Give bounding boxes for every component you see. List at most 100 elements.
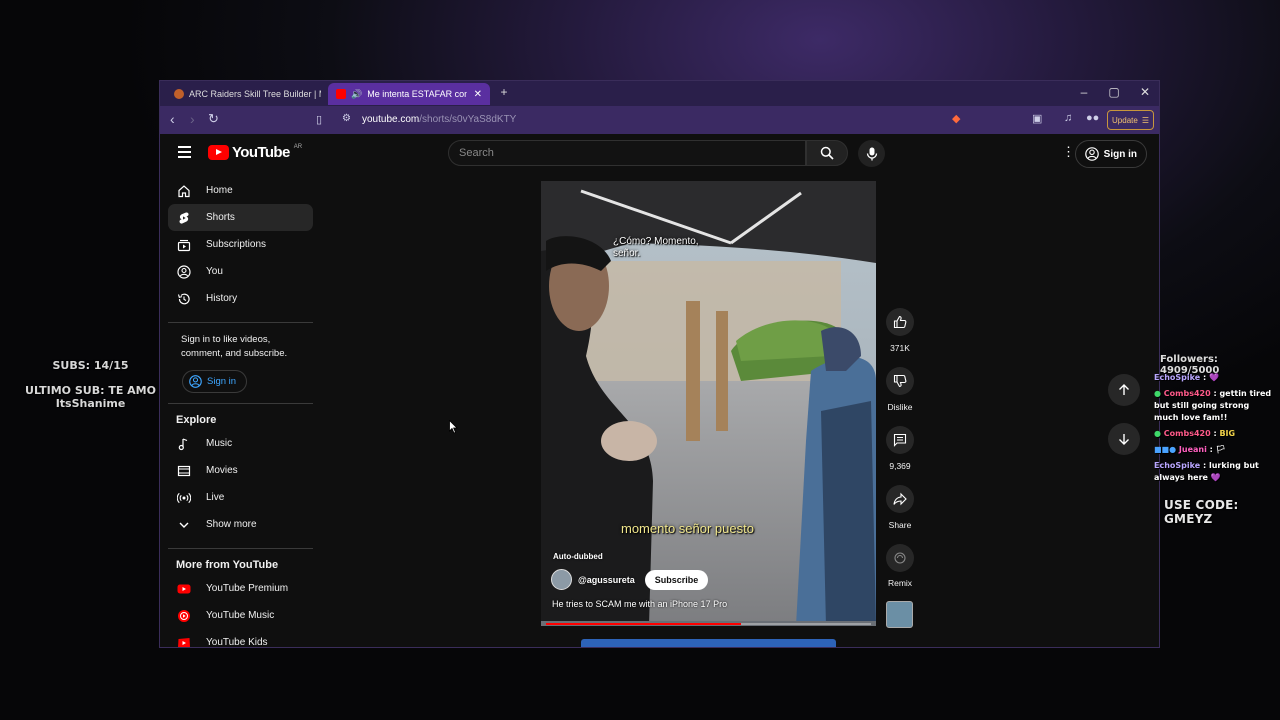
- sidebar-item-label: YouTube Kids: [206, 637, 268, 648]
- channel-avatar[interactable]: [551, 569, 572, 590]
- close-window-button[interactable]: ✕: [1135, 85, 1155, 99]
- live-icon: [177, 491, 191, 505]
- sound-thumbnail[interactable]: [886, 601, 913, 628]
- sidebar-item-show-more[interactable]: Show more: [168, 511, 313, 538]
- browser-window: ARC Raiders Skill Tree Builder | Metaf 🔊…: [159, 80, 1160, 648]
- chat-badge-icon: ●: [1154, 429, 1161, 438]
- chat-user: Combs420: [1163, 429, 1211, 438]
- sidebar-item-label: Shorts: [206, 212, 235, 223]
- chat-text: BIG: [1219, 429, 1236, 438]
- sidebar-item-youtube-music[interactable]: YouTube Music: [168, 602, 313, 629]
- wallet-icon[interactable]: ▣: [1032, 112, 1042, 125]
- brave-shield-icon[interactable]: ◆: [952, 112, 960, 125]
- remix-icon: [894, 552, 906, 564]
- progress-fill: [546, 623, 741, 625]
- search-placeholder: Search: [459, 147, 494, 159]
- site-info-icon[interactable]: ⚙: [342, 113, 351, 124]
- bookmark-icon[interactable]: ▯: [316, 113, 322, 126]
- reader-icon[interactable]: ●●: [1086, 112, 1099, 124]
- chat-badge-icon: ●: [1154, 389, 1161, 398]
- reload-button[interactable]: ↻: [208, 111, 219, 127]
- channel-name[interactable]: @agussureta: [578, 575, 635, 585]
- sidebar-item-history[interactable]: History: [168, 285, 313, 312]
- explore-heading: Explore: [176, 414, 217, 426]
- share-button[interactable]: [886, 485, 914, 513]
- history-icon: [177, 292, 191, 306]
- sign-in-button[interactable]: Sign in: [1074, 140, 1147, 168]
- close-tab-icon[interactable]: ✕: [474, 89, 482, 100]
- like-count: 371K: [890, 343, 910, 353]
- tab-arc-raiders[interactable]: ARC Raiders Skill Tree Builder | Metaf: [166, 83, 321, 105]
- progress-track[interactable]: [546, 623, 871, 625]
- sidebar-item-label: Subscriptions: [206, 239, 267, 250]
- youtube-premium-icon: [177, 582, 191, 596]
- url-path: /shorts/s0vYaS8dKTY: [419, 114, 517, 125]
- update-button[interactable]: Update ☰: [1107, 110, 1154, 130]
- voice-search-button[interactable]: [858, 140, 885, 167]
- sign-in-label: Sign in: [207, 376, 237, 387]
- sidebar-item-live[interactable]: Live: [168, 484, 313, 511]
- url-field[interactable]: youtube.com/shorts/s0vYaS8dKTY: [362, 114, 516, 125]
- subscribe-button[interactable]: Subscribe: [644, 569, 709, 590]
- previous-short-button[interactable]: [1108, 374, 1140, 406]
- menu-icon: ☰: [1141, 115, 1149, 125]
- thumbs-up-icon: [893, 315, 907, 329]
- sidebar-item-subscriptions[interactable]: Subscriptions: [168, 231, 313, 258]
- shorts-player[interactable]: ¿Cómo? Momento, señor. momento señor pue…: [541, 181, 876, 626]
- sidebar-item-music[interactable]: Music: [168, 430, 313, 457]
- address-bar: ‹ › ↻ ▯ ⚙ youtube.com/shorts/s0vYaS8dKTY…: [160, 106, 1159, 134]
- movies-icon: [177, 464, 191, 478]
- tab-label: ARC Raiders Skill Tree Builder | Metaf: [189, 89, 321, 99]
- chat-text: 💜: [1208, 373, 1219, 382]
- sidebar-item-you[interactable]: You: [168, 258, 313, 285]
- forward-button[interactable]: ›: [190, 111, 195, 127]
- sidebar-item-movies[interactable]: Movies: [168, 457, 313, 484]
- youtube-logo[interactable]: YouTube AR: [208, 144, 302, 161]
- speaker-icon[interactable]: 🔊: [351, 89, 362, 100]
- sidebar-item-home[interactable]: Home: [168, 177, 313, 204]
- sidebar-sign-in-button[interactable]: Sign in: [182, 370, 248, 393]
- chat-badge-icon: ■■●: [1154, 445, 1177, 454]
- search-button[interactable]: [806, 140, 848, 166]
- remix-button[interactable]: [886, 544, 914, 572]
- youtube-favicon-icon: [336, 89, 346, 99]
- sidebar-item-youtube-premium[interactable]: YouTube Premium: [168, 575, 313, 602]
- minimize-button[interactable]: –: [1074, 85, 1094, 99]
- chevron-down-icon: [177, 518, 191, 532]
- sidebar-item-label: Music: [206, 438, 233, 449]
- guide-menu-icon[interactable]: [178, 146, 191, 158]
- new-tab-button[interactable]: +: [494, 85, 514, 99]
- caption-top: ¿Cómo? Momento, señor.: [613, 236, 699, 259]
- chat-message: ■■● Jueani : 🏳: [1154, 445, 1226, 454]
- creator-code: USE CODE: GMEYZ: [1164, 498, 1239, 526]
- chat-message: EchoSpike : lurking but always here 💜: [1154, 461, 1259, 482]
- like-button[interactable]: [886, 308, 914, 336]
- mouse-cursor-icon: [449, 420, 458, 434]
- sign-in-label: Sign in: [1103, 148, 1137, 160]
- media-icon[interactable]: ♫: [1064, 112, 1072, 124]
- sidebar-item-shorts[interactable]: Shorts: [168, 204, 313, 231]
- account-icon: [189, 375, 202, 388]
- masthead: YouTube AR Search ⋮ Sign in: [160, 134, 1159, 174]
- short-title: He tries to SCAM me with an iPhone 17 Pr…: [552, 599, 728, 609]
- maximize-button[interactable]: ▢: [1104, 85, 1124, 99]
- tab-bar: ARC Raiders Skill Tree Builder | Metaf 🔊…: [160, 81, 1159, 106]
- chat-message: EchoSpike : 💜: [1154, 373, 1219, 382]
- sidebar-item-label: History: [206, 293, 238, 304]
- comment-count: 9,369: [889, 461, 911, 471]
- shorts-icon: [177, 211, 191, 225]
- sidebar-item-youtube-kids[interactable]: YouTube Kids: [168, 629, 313, 648]
- search-input[interactable]: Search: [448, 140, 806, 166]
- dislike-button[interactable]: [886, 367, 914, 395]
- youtube-play-icon: [208, 145, 229, 160]
- sidebar-item-label: You: [206, 266, 223, 277]
- chat-user: EchoSpike: [1154, 461, 1201, 470]
- chat-user: Jueani: [1178, 445, 1207, 454]
- comments-button[interactable]: [886, 426, 914, 454]
- back-button[interactable]: ‹: [170, 111, 175, 127]
- channel-row: @agussureta Subscribe: [551, 569, 709, 590]
- next-short-button[interactable]: [1108, 423, 1140, 455]
- more-options-icon[interactable]: ⋮: [1062, 144, 1075, 160]
- tab-youtube-short[interactable]: 🔊 Me intenta ESTAFAR con un iP ✕: [328, 83, 490, 105]
- next-short-preview: [581, 639, 836, 647]
